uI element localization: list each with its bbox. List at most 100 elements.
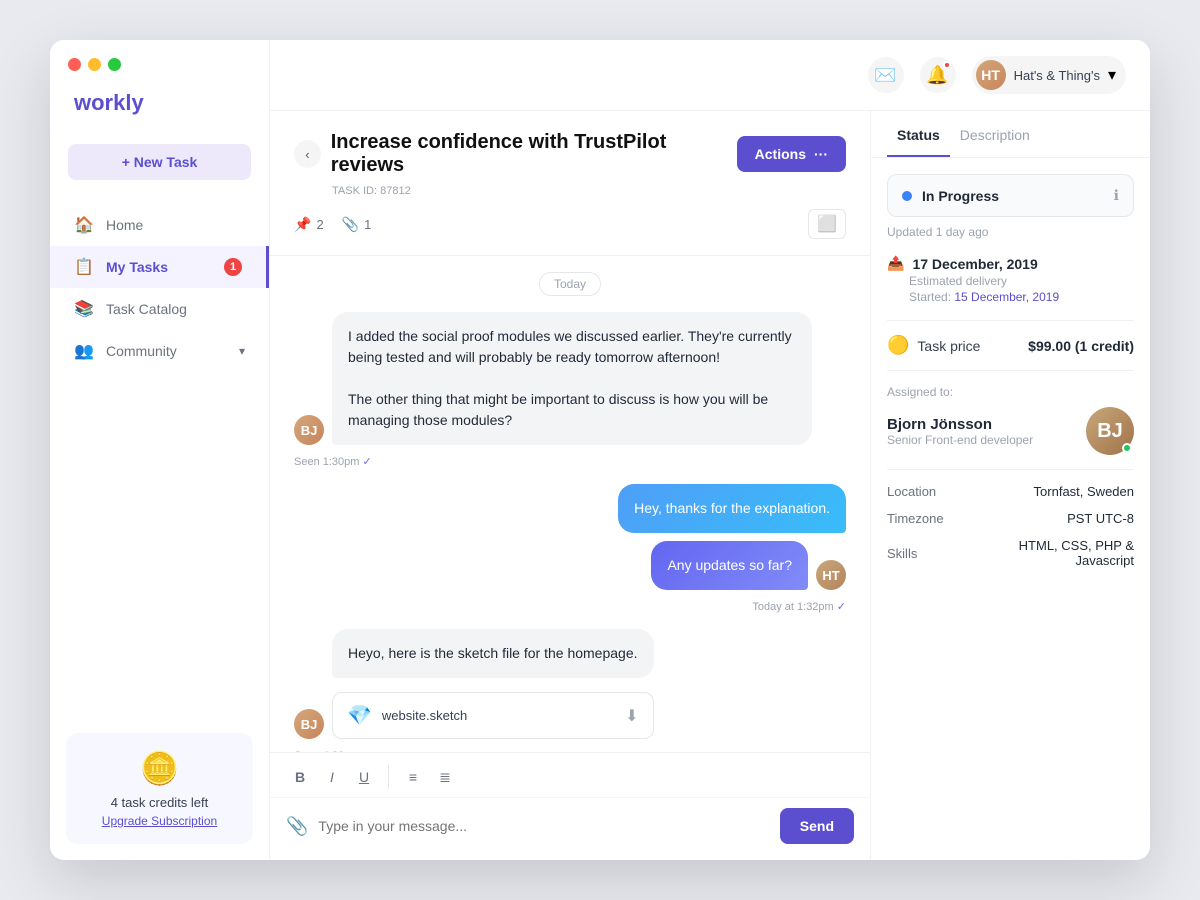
delivery-section: 📤 17 December, 2019 Estimated delivery S… [887,255,1134,304]
info-icon[interactable]: ℹ [1114,187,1119,204]
user-name: Hat's & Thing's [1014,68,1100,83]
expand-button[interactable]: ⬜ [808,209,846,239]
sidebar-item-home-label: Home [106,217,143,233]
main-content: ✉️ 🔔 HT Hat's & Thing's ▾ ‹ Increase con [270,40,1150,860]
bullet-list-button[interactable]: ≡ [399,763,427,791]
timezone-key: Timezone [887,511,977,526]
new-task-button[interactable]: + New Task [68,144,251,180]
timezone-value: PST UTC-8 [1067,511,1134,526]
message-input-area: B I U ≡ ≣ 📎 Send [270,752,870,860]
mail-button[interactable]: ✉️ [868,57,904,93]
chat-area: ‹ Increase confidence with TrustPilot re… [270,111,870,860]
download-button[interactable]: ⬇ [625,706,638,726]
sidebar-item-my-tasks[interactable]: 📋 My Tasks 1 [50,246,269,288]
sidebar-item-community-label: Community [106,343,177,359]
status-label: In Progress [922,188,1104,204]
sender-avatar-2: BJ [294,709,324,739]
tl-minimize[interactable] [88,58,101,71]
sidebar-item-catalog-label: Task Catalog [106,301,187,317]
details-section: Location Tornfast, Sweden Timezone PST U… [887,484,1134,568]
user-menu[interactable]: HT Hat's & Thing's ▾ [972,56,1126,94]
message-bubble-outgoing-2: Any updates so far? [651,541,808,590]
status-dot [902,191,912,201]
assignee-info: Bjorn Jönsson Senior Front-end developer [887,416,1076,447]
file-attachment[interactable]: 💎 website.sketch ⬇ [332,692,654,739]
delivery-icon: 📤 [887,255,904,272]
more-icon: ··· [814,146,828,162]
panel-tabs: Status Description [871,111,1150,158]
credits-count: 4 task credits left [82,795,237,810]
file-name: website.sketch [382,708,615,723]
sidebar-item-my-tasks-label: My Tasks [106,259,168,275]
content-area: ‹ Increase confidence with TrustPilot re… [270,111,1150,860]
back-button[interactable]: ‹ [294,140,321,168]
message-bubble-outgoing-1: Hey, thanks for the explanation. [618,484,846,533]
file-type-icon: 💎 [347,703,372,728]
tl-close[interactable] [68,58,81,71]
message-group-incoming-1: BJ I added the social proof modules we d… [294,312,846,468]
price-value: $99.00 (1 credit) [1028,338,1134,354]
tl-fullscreen[interactable] [108,58,121,71]
message-row-incoming-2: BJ Heyo, here is the sketch file for the… [294,629,846,739]
location-key: Location [887,484,977,499]
italic-button[interactable]: I [318,763,346,791]
tab-description[interactable]: Description [950,111,1040,157]
task-header-top: ‹ Increase confidence with TrustPilot re… [294,131,846,177]
delivery-row: 📤 17 December, 2019 [887,255,1134,272]
numbered-list-button[interactable]: ≣ [431,763,459,791]
input-row: 📎 Send [270,798,870,860]
attach-button[interactable]: 📎 [286,816,308,837]
detail-timezone: Timezone PST UTC-8 [887,511,1134,526]
credits-box: 🪙 4 task credits left Upgrade Subscripti… [66,733,253,844]
credits-icon: 🪙 [82,749,237,787]
pin-icon: 📌 [294,216,311,233]
divider-3 [887,469,1134,470]
task-header: ‹ Increase confidence with TrustPilot re… [270,111,870,256]
right-panel: Status Description In Progress ℹ Updated… [870,111,1150,860]
mail-icon: ✉️ [874,65,896,86]
catalog-icon: 📚 [74,299,94,319]
community-icon: 👥 [74,341,94,361]
seen-info-outgoing: Today at 1:32pm ✓ [294,600,846,613]
avatar: HT [976,60,1006,90]
message-input[interactable] [318,818,769,834]
assignee-name: Bjorn Jönsson [887,416,1076,433]
delivery-date: 17 December, 2019 [912,256,1037,272]
updated-text: Updated 1 day ago [887,225,1134,239]
task-meta: 📌 2 📎 1 ⬜ [294,209,846,243]
actions-button[interactable]: Actions ··· [737,136,846,172]
formatting-bar: B I U ≡ ≣ [270,753,870,798]
date-divider: Today [539,272,601,296]
started-date: 15 December, 2019 [954,290,1059,304]
logo: workly [50,90,269,144]
sidebar-item-task-catalog[interactable]: 📚 Task Catalog [50,288,269,330]
coin-icon: 🟡 [887,335,909,356]
message-bubble-incoming-1: I added the social proof modules we disc… [332,312,812,445]
delivery-label: Estimated delivery [909,274,1134,288]
started-text: Started: 15 December, 2019 [909,290,1134,304]
send-button[interactable]: Send [780,808,854,844]
tab-status[interactable]: Status [887,111,950,157]
sidebar-item-community[interactable]: 👥 Community ▾ [50,330,269,372]
assignee-row: Bjorn Jönsson Senior Front-end developer… [887,407,1134,455]
underline-button[interactable]: U [350,763,378,791]
skills-key: Skills [887,546,970,561]
upgrade-link[interactable]: Upgrade Subscription [82,814,237,828]
divider-1 [887,320,1134,321]
online-indicator [1122,443,1132,453]
divider-2 [887,370,1134,371]
price-row: 🟡 Task price $99.00 (1 credit) [887,335,1134,356]
bold-button[interactable]: B [286,763,314,791]
tasks-badge: 1 [224,258,242,276]
sender-avatar-1: BJ [294,415,324,445]
sidebar-item-home[interactable]: 🏠 Home [50,204,269,246]
home-icon: 🏠 [74,215,94,235]
assignee-role: Senior Front-end developer [887,433,1076,447]
skills-value: HTML, CSS, PHP & Javascript [970,538,1134,568]
chevron-down-icon: ▾ [1108,65,1116,85]
attachments-count: 📎 1 [342,216,372,233]
fmt-separator [388,765,389,789]
notifications-button[interactable]: 🔔 [920,57,956,93]
assignee-avatar: BJ [1086,407,1134,455]
chevron-down-icon: ▾ [239,344,245,358]
